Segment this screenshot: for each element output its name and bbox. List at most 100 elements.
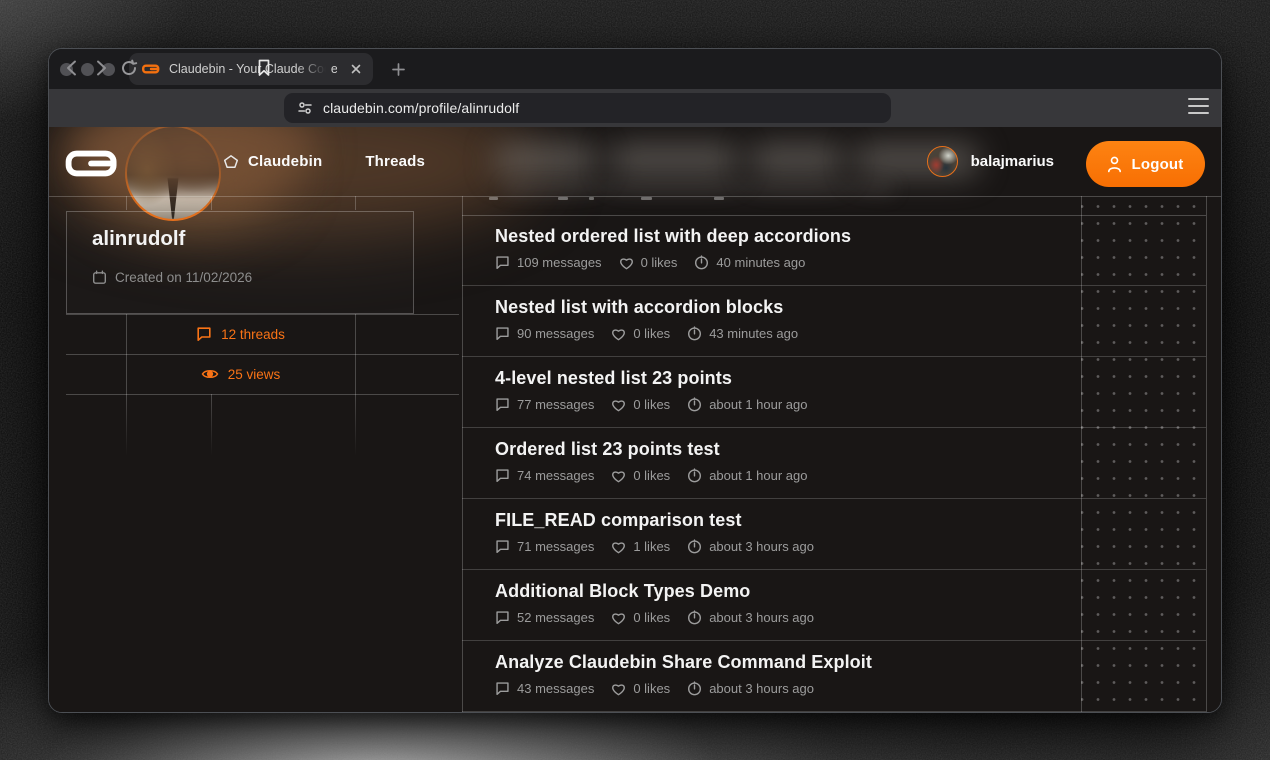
clock-icon bbox=[687, 681, 702, 696]
chat-icon bbox=[495, 397, 510, 412]
clock-icon bbox=[687, 397, 702, 412]
profile-card: alinrudolf Created on 11/02/2026 bbox=[66, 211, 414, 314]
stat-views: 25 views bbox=[126, 354, 355, 394]
tab-close-icon[interactable] bbox=[349, 62, 363, 76]
new-tab-button[interactable] bbox=[387, 58, 409, 80]
clipped-row-fragment bbox=[558, 197, 568, 200]
messages-count: 77 messages bbox=[495, 397, 594, 412]
likes-count: 0 likes bbox=[611, 681, 670, 696]
stat-threads-label: 12 threads bbox=[221, 327, 285, 342]
user-avatar[interactable] bbox=[927, 146, 958, 177]
chat-icon bbox=[495, 468, 510, 483]
profile-created: Created on 11/02/2026 bbox=[92, 270, 252, 285]
home-icon bbox=[223, 154, 239, 169]
site-settings-icon[interactable] bbox=[297, 101, 313, 115]
thread-row[interactable]: Nested ordered list with deep accordions… bbox=[462, 215, 1206, 286]
page-content: Claudebin Threads balajmarius Logout ali… bbox=[49, 127, 1221, 713]
timestamp: about 3 hours ago bbox=[687, 539, 814, 554]
heart-icon bbox=[611, 540, 626, 554]
timestamp: 43 minutes ago bbox=[687, 326, 798, 341]
heart-icon bbox=[611, 611, 626, 625]
thread-row[interactable]: Analyze Claudebin Share Command Exploit … bbox=[462, 641, 1206, 712]
thread-title: Nested ordered list with deep accordions bbox=[495, 226, 1076, 247]
chat-icon bbox=[495, 539, 510, 554]
likes-count: 0 likes bbox=[611, 610, 670, 625]
heart-icon bbox=[611, 398, 626, 412]
heart-icon bbox=[611, 469, 626, 483]
heart-icon bbox=[611, 682, 626, 696]
thread-row[interactable]: 4-level nested list 23 points 77 message… bbox=[462, 357, 1206, 428]
timestamp: about 3 hours ago bbox=[687, 681, 814, 696]
username: balajmarius bbox=[971, 153, 1054, 170]
stat-threads: 12 threads bbox=[126, 314, 355, 354]
heart-icon bbox=[619, 256, 634, 270]
chat-icon bbox=[495, 610, 510, 625]
heart-icon bbox=[611, 327, 626, 341]
thread-title: Nested list with accordion blocks bbox=[495, 297, 1076, 318]
likes-count: 1 likes bbox=[611, 539, 670, 554]
eye-icon bbox=[201, 367, 219, 381]
clipped-row-fragment bbox=[641, 197, 652, 200]
url-text: claudebin.com/profile/alinrudolf bbox=[323, 100, 519, 116]
grid-line bbox=[355, 196, 356, 210]
chat-icon bbox=[495, 255, 510, 270]
clipped-row-fragment bbox=[489, 197, 498, 200]
timestamp: about 1 hour ago bbox=[687, 468, 807, 483]
thread-meta: 52 messages 0 likes about 3 hours ago bbox=[495, 610, 1076, 625]
thread-meta: 77 messages 0 likes about 1 hour ago bbox=[495, 397, 1076, 412]
thread-list: Nested ordered list with deep accordions… bbox=[462, 215, 1206, 712]
profile-username: alinrudolf bbox=[92, 227, 185, 251]
tab-strip: Claudebin - Your Claude Code bbox=[49, 49, 1221, 89]
thread-row[interactable]: Additional Block Types Demo 52 messages … bbox=[462, 570, 1206, 641]
clock-icon bbox=[687, 468, 702, 483]
messages-count: 90 messages bbox=[495, 326, 594, 341]
chat-icon bbox=[495, 681, 510, 696]
grid-line bbox=[355, 314, 356, 394]
tab-title-fade bbox=[297, 59, 331, 79]
grid-line bbox=[211, 196, 212, 210]
likes-count: 0 likes bbox=[611, 326, 670, 341]
thread-title: FILE_READ comparison test bbox=[495, 510, 1076, 531]
thread-row[interactable]: Ordered list 23 points test 74 messages … bbox=[462, 428, 1206, 499]
thread-meta: 90 messages 0 likes 43 minutes ago bbox=[495, 326, 1076, 341]
menu-icon[interactable] bbox=[1188, 98, 1209, 114]
back-button[interactable] bbox=[61, 58, 81, 78]
logout-button[interactable]: Logout bbox=[1086, 141, 1205, 187]
bookmark-icon[interactable] bbox=[254, 58, 274, 78]
dots-right-border bbox=[1206, 196, 1207, 713]
thread-meta: 109 messages 0 likes 40 minutes ago bbox=[495, 255, 1076, 270]
chat-icon bbox=[196, 326, 212, 342]
clipped-row-fragment bbox=[589, 197, 594, 200]
claudebin-logo-icon[interactable] bbox=[65, 150, 119, 177]
clock-icon bbox=[687, 610, 702, 625]
likes-count: 0 likes bbox=[619, 255, 678, 270]
timestamp: about 1 hour ago bbox=[687, 397, 807, 412]
clock-icon bbox=[687, 326, 702, 341]
grid-line-fade bbox=[211, 394, 212, 456]
timestamp: about 3 hours ago bbox=[687, 610, 814, 625]
user-box: balajmarius bbox=[927, 127, 1054, 196]
thread-meta: 71 messages 1 likes about 3 hours ago bbox=[495, 539, 1076, 554]
url-bar[interactable]: claudebin.com/profile/alinrudolf bbox=[284, 93, 891, 123]
profile-created-label: Created on 11/02/2026 bbox=[115, 270, 252, 285]
thread-row[interactable]: Nested list with accordion blocks 90 mes… bbox=[462, 286, 1206, 357]
forward-button[interactable] bbox=[91, 58, 111, 78]
browser-tab[interactable]: Claudebin - Your Claude Code bbox=[129, 53, 373, 85]
stat-views-label: 25 views bbox=[228, 367, 281, 382]
reload-button[interactable] bbox=[119, 58, 139, 78]
nav-link-claudebin[interactable]: Claudebin bbox=[248, 153, 322, 170]
nav-link-threads[interactable]: Threads bbox=[365, 153, 425, 170]
site-nav: Claudebin Threads bbox=[223, 127, 425, 196]
messages-count: 71 messages bbox=[495, 539, 594, 554]
thread-title: Ordered list 23 points test bbox=[495, 439, 1076, 460]
claudebin-favicon-icon bbox=[142, 64, 160, 74]
calendar-icon bbox=[92, 270, 107, 285]
thread-row[interactable]: FILE_READ comparison test 71 messages 1 … bbox=[462, 499, 1206, 570]
timestamp: 40 minutes ago bbox=[694, 255, 805, 270]
clock-icon bbox=[687, 539, 702, 554]
chat-icon bbox=[495, 326, 510, 341]
messages-count: 74 messages bbox=[495, 468, 594, 483]
clock-icon bbox=[694, 255, 709, 270]
messages-count: 52 messages bbox=[495, 610, 594, 625]
header-divider bbox=[49, 196, 1221, 197]
